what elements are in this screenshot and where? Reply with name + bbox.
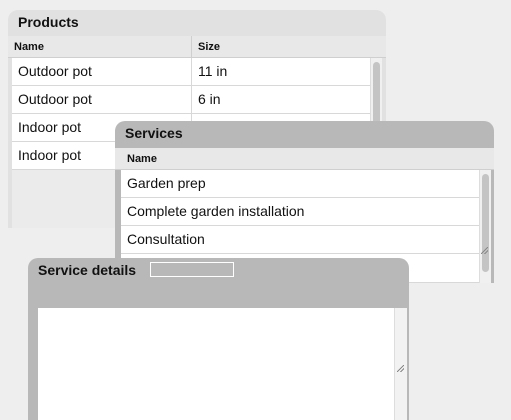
services-scrollbar[interactable] <box>479 170 491 283</box>
service-name: Complete garden installation <box>127 203 305 219</box>
product-size: 11 in <box>198 63 228 79</box>
services-table-header: Name <box>115 148 494 170</box>
products-column-name[interactable]: Name <box>8 36 192 57</box>
services-scrollbar-thumb[interactable] <box>482 174 489 272</box>
table-row[interactable]: Garden prep <box>121 170 479 198</box>
product-size: 6 in <box>198 91 221 107</box>
table-row[interactable]: Complete garden installation <box>121 198 479 226</box>
services-column-name[interactable]: Name <box>121 148 481 169</box>
table-row[interactable]: Consultation <box>121 226 479 254</box>
service-details-title: Service details <box>38 262 137 278</box>
service-name: Garden prep <box>127 175 206 191</box>
service-details-panel: Service details <box>28 258 409 420</box>
services-title: Services <box>125 125 183 141</box>
resize-grip-icon[interactable] <box>397 365 404 372</box>
product-name: Outdoor pot <box>12 58 192 85</box>
description-scrollbar[interactable] <box>394 308 407 420</box>
products-title: Products <box>18 14 79 30</box>
product-name: Outdoor pot <box>12 86 192 113</box>
service-name-field[interactable] <box>150 262 234 277</box>
products-column-size[interactable]: Size <box>192 36 372 57</box>
service-name: Consultation <box>127 231 205 247</box>
products-table-header: Name Size <box>8 36 386 58</box>
service-description-field[interactable] <box>38 308 394 420</box>
table-row[interactable]: Outdoor pot 6 in <box>12 86 372 114</box>
resize-grip-icon[interactable] <box>481 247 488 254</box>
table-row[interactable]: Outdoor pot 11 in <box>12 58 372 86</box>
